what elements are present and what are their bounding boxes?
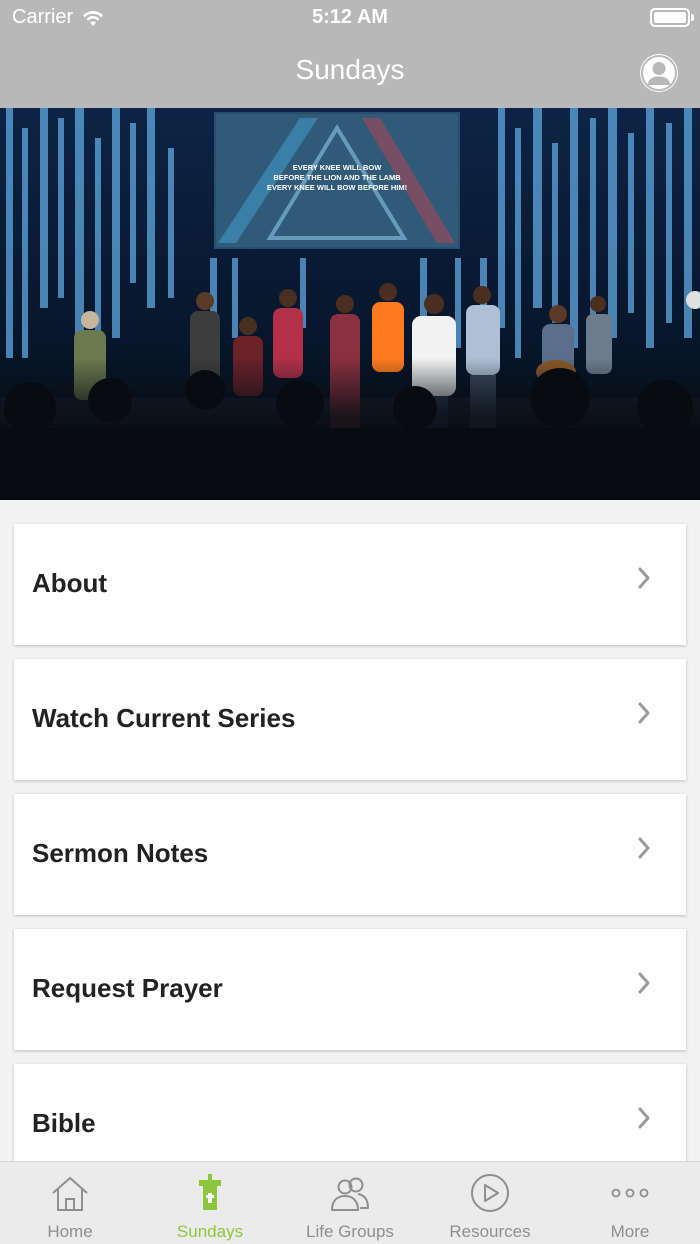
home-icon <box>52 1177 88 1211</box>
tab-home[interactable]: Home <box>0 1162 140 1244</box>
tab-label: Sundays <box>176 1222 244 1241</box>
hero-image: EVERY KNEE WILL BOW BEFORE THE LION AND … <box>0 108 700 500</box>
church-icon <box>199 1174 221 1210</box>
page-title: Sundays <box>295 54 405 85</box>
tab-label: Life Groups <box>306 1222 394 1241</box>
profile-button[interactable] <box>640 54 678 92</box>
status-bar: Carrier 5:12 AM <box>0 0 700 36</box>
battery-icon <box>650 8 694 27</box>
screen-lyric-line: BEFORE THE LION AND THE LAMB <box>273 173 401 182</box>
tab-sundays[interactable]: Sundays <box>140 1162 280 1244</box>
tab-bar: Home Sundays Life Groups Resources More <box>0 1161 700 1244</box>
menu-item-request-prayer[interactable]: Request Prayer <box>14 929 686 1050</box>
chevron-right-icon <box>638 837 650 859</box>
tab-label: Home <box>47 1222 93 1241</box>
tab-resources[interactable]: Resources <box>420 1162 560 1244</box>
menu-item-label: About <box>32 568 108 598</box>
tab-life-groups[interactable]: Life Groups <box>280 1162 420 1244</box>
play-icon <box>471 1174 509 1212</box>
menu-item-about[interactable]: About <box>14 524 686 645</box>
navigation-bar: Sundays <box>0 36 700 108</box>
tab-label: Resources <box>449 1222 531 1241</box>
menu-item-watch-current-series[interactable]: Watch Current Series <box>14 659 686 780</box>
chevron-right-icon <box>638 972 650 994</box>
menu-item-sermon-notes[interactable]: Sermon Notes <box>14 794 686 915</box>
chevron-right-icon <box>638 702 650 724</box>
screen-lyric-line: EVERY KNEE WILL BOW BEFORE HIM! <box>267 183 407 192</box>
menu-item-label: Watch Current Series <box>32 703 296 733</box>
tab-label: More <box>610 1222 650 1241</box>
chevron-right-icon <box>638 567 650 589</box>
chevron-right-icon <box>638 1107 650 1129</box>
menu-item-label: Request Prayer <box>32 973 223 1003</box>
status-time: 5:12 AM <box>312 6 388 28</box>
screen-lyric-line: EVERY KNEE WILL BOW <box>293 163 383 172</box>
tab-more[interactable]: More <box>560 1162 700 1244</box>
menu-item-label: Sermon Notes <box>32 838 209 868</box>
more-icon <box>611 1188 649 1198</box>
menu-list: About Watch Current Series Sermon Notes … <box>14 524 686 1199</box>
worship-stage-photo: EVERY KNEE WILL BOW BEFORE THE LION AND … <box>0 108 700 500</box>
people-icon <box>331 1177 369 1211</box>
menu-item-label: Bible <box>32 1108 96 1138</box>
user-icon <box>641 55 677 91</box>
